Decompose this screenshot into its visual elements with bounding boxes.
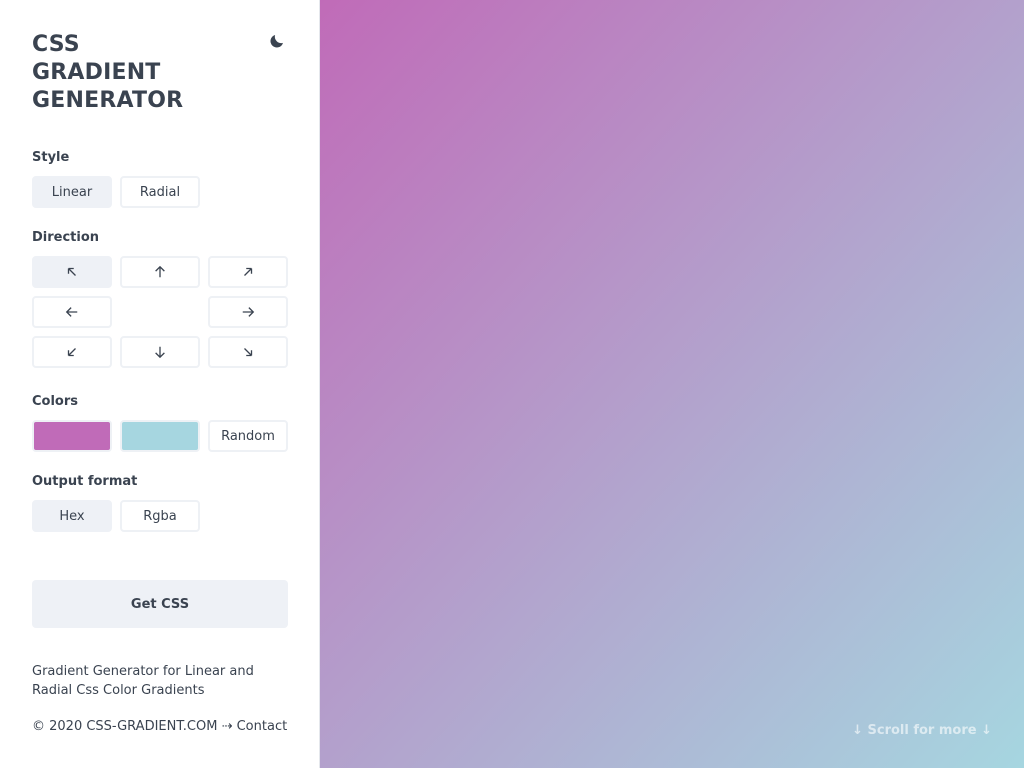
arrow-up-icon	[155, 265, 165, 278]
color-2-fill	[122, 422, 198, 450]
sidebar: CSS GRADIENT GENERATOR Style Linear Radi…	[0, 0, 320, 768]
description-text: Gradient Generator for Linear and Radial…	[32, 664, 254, 698]
arrow-left-icon	[65, 307, 78, 317]
copyright-text: © 2020 CSS-GRADIENT.COM	[32, 719, 218, 734]
direction-bottom-left-button[interactable]	[32, 336, 112, 368]
style-linear-button[interactable]: Linear	[32, 176, 112, 208]
app-title-line-3: GENERATOR	[32, 88, 184, 113]
direction-left-button[interactable]	[32, 296, 112, 328]
direction-bottom-right-button[interactable]	[208, 336, 288, 368]
app-title: CSS GRADIENT GENERATOR	[32, 31, 183, 115]
app-title-line-2: GRADIENT	[32, 60, 161, 85]
arrow-down-right-icon	[244, 348, 253, 357]
gradient-preview: ↓ Scroll for more ↓	[320, 0, 1024, 768]
arrow-up-right-icon	[244, 267, 253, 276]
direction-top-right-button[interactable]	[208, 256, 288, 288]
color-2-swatch[interactable]	[120, 420, 200, 452]
moon-icon[interactable]	[268, 32, 286, 50]
style-radial-button[interactable]: Radial	[120, 176, 200, 208]
scroll-hint[interactable]: ↓ Scroll for more ↓	[852, 723, 992, 738]
output-format-label: Output format	[32, 474, 138, 489]
direction-right-button[interactable]	[208, 296, 288, 328]
arrow-up-left-icon	[67, 267, 76, 276]
arrow-down-icon	[155, 346, 165, 359]
colors-label: Colors	[32, 394, 79, 409]
get-css-button[interactable]: Get CSS	[32, 580, 288, 628]
color-1-fill	[34, 422, 110, 450]
format-hex-button[interactable]: Hex	[32, 500, 112, 532]
arrow-down-left-icon	[67, 348, 76, 357]
direction-label: Direction	[32, 230, 100, 245]
footer: © 2020 CSS-GRADIENT.COM ⇢ Contact	[32, 719, 287, 734]
style-label: Style	[32, 150, 70, 165]
random-colors-button[interactable]: Random	[208, 420, 288, 452]
arrow-right-icon	[242, 307, 255, 317]
color-1-swatch[interactable]	[32, 420, 112, 452]
direction-bottom-button[interactable]	[120, 336, 200, 368]
contact-link[interactable]: Contact	[237, 719, 288, 734]
direction-top-button[interactable]	[120, 256, 200, 288]
app-title-line-1: CSS	[32, 32, 80, 57]
direction-top-left-button[interactable]	[32, 256, 112, 288]
format-rgba-button[interactable]: Rgba	[120, 500, 200, 532]
footer-separator: ⇢	[221, 719, 233, 734]
